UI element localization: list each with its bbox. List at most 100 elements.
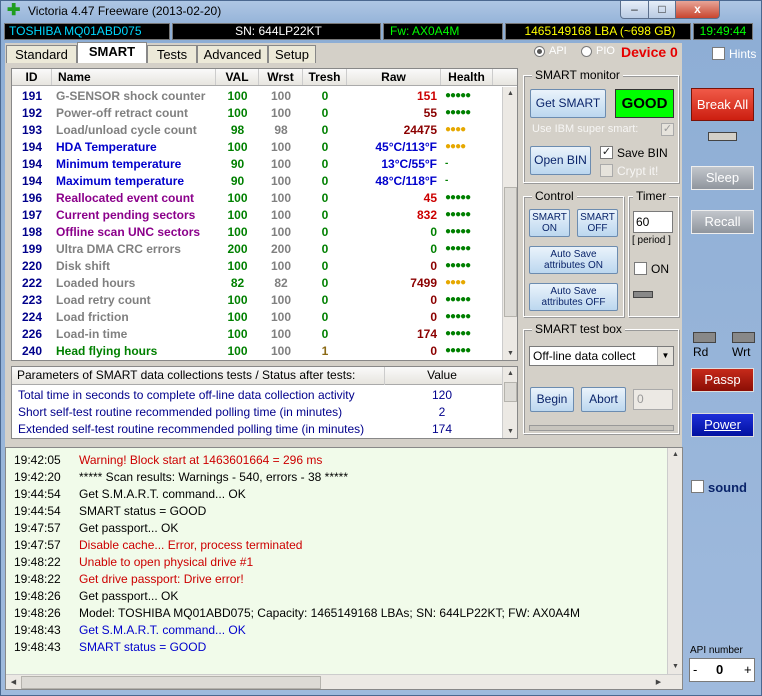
parameter-label: Extended self-test routine recommended p… xyxy=(18,422,365,436)
crypt-checkbox[interactable] xyxy=(600,164,613,177)
col-wrst[interactable]: Wrst xyxy=(259,69,303,85)
scroll-right-icon[interactable]: ▶ xyxy=(651,676,666,689)
maximize-button[interactable]: □ xyxy=(648,1,676,19)
parameter-row[interactable]: Extended self-test routine recommended p… xyxy=(18,421,498,438)
parameter-row[interactable]: Total time in seconds to complete off-li… xyxy=(18,387,498,404)
test-type-select[interactable]: Off-line data collect ▼ xyxy=(529,346,674,366)
api-number-plus-button[interactable]: + xyxy=(744,662,752,677)
parameters-header-label: Parameters of SMART data collections tes… xyxy=(17,368,356,382)
log-hscrollbar[interactable]: ◀ ▶ xyxy=(6,674,682,689)
col-id[interactable]: ID xyxy=(12,69,52,85)
timer-on-label: ON xyxy=(651,262,669,276)
cell-id: 220 xyxy=(21,259,43,273)
cell-wrst: 100 xyxy=(270,225,292,239)
tab-smart[interactable]: SMART xyxy=(77,42,147,63)
api-number-label: API number xyxy=(690,645,743,656)
tab-tests[interactable]: Tests xyxy=(147,45,197,63)
test-progress-input[interactable]: 0 xyxy=(633,389,673,410)
log-vscrollbar[interactable]: ▲ ▼ xyxy=(667,448,682,674)
smart-test-box-label: SMART test box xyxy=(532,322,625,336)
parameters-scrollbar[interactable]: ▲ ▼ xyxy=(502,367,517,438)
table-row[interactable]: 198 Offline scan UNC sectors 100 100 0 0 ●●●●● xyxy=(12,224,502,241)
ibm-super-smart-checkbox[interactable]: ✓ xyxy=(661,123,674,136)
close-button[interactable]: x xyxy=(675,1,720,19)
cell-wrst: 100 xyxy=(270,208,292,222)
cell-raw: 0 xyxy=(430,242,437,256)
timer-on-checkbox[interactable] xyxy=(634,262,647,275)
scroll-thumb[interactable] xyxy=(504,382,517,402)
open-bin-button[interactable]: Open BIN xyxy=(530,146,591,175)
sleep-button[interactable]: Sleep xyxy=(691,166,754,190)
col-name[interactable]: Name xyxy=(52,69,216,85)
scroll-up-icon[interactable]: ▲ xyxy=(503,87,517,101)
log-time: 19:48:22 xyxy=(14,555,61,569)
tab-standard[interactable]: Standard xyxy=(6,45,77,63)
table-row[interactable]: 194 Minimum temperature 90 100 0 13°C/55°F - xyxy=(12,156,502,173)
cell-tresh: 0 xyxy=(321,293,329,307)
scroll-up-icon[interactable]: ▲ xyxy=(503,367,517,381)
break-all-button[interactable]: Break All xyxy=(691,88,754,121)
tab-setup[interactable]: Setup xyxy=(268,45,316,63)
abort-button[interactable]: Abort xyxy=(581,387,626,412)
scroll-down-icon[interactable]: ▼ xyxy=(668,660,682,674)
cell-id: 240 xyxy=(21,344,43,358)
cell-raw: 0 xyxy=(430,344,437,358)
table-row[interactable]: 220 Disk shift 100 100 0 0 ●●●●● xyxy=(12,258,502,275)
scroll-left-icon[interactable]: ◀ xyxy=(6,676,21,689)
smart-off-button[interactable]: SMART OFF xyxy=(577,209,618,237)
col-health[interactable]: Health xyxy=(441,69,493,85)
table-row[interactable]: 194 HDA Temperature 100 100 0 45°C/113°F ●●●● xyxy=(12,139,502,156)
sound-checkbox[interactable] xyxy=(691,480,704,493)
table-row[interactable]: 192 Power-off retract count 100 100 0 55 ●●●●● xyxy=(12,105,502,122)
col-val[interactable]: VAL xyxy=(216,69,259,85)
smart-table-scrollbar[interactable]: ▲ ▼ xyxy=(502,87,517,360)
get-smart-button[interactable]: Get SMART xyxy=(530,89,606,118)
table-row[interactable]: 196 Reallocated event count 100 100 0 45 ●●●●● xyxy=(12,190,502,207)
timer-period-input[interactable]: 60 xyxy=(633,211,673,233)
cell-health: ●●●● xyxy=(445,277,466,288)
api-number-minus-button[interactable]: - xyxy=(693,662,697,677)
api-number-spinner[interactable]: - 0 + xyxy=(689,658,755,682)
autosave-off-button[interactable]: Auto Save attributes OFF xyxy=(529,283,618,311)
table-row[interactable]: 194 Maximum temperature 90 100 0 48°C/118°F - xyxy=(12,173,502,190)
scroll-down-icon[interactable]: ▼ xyxy=(503,347,517,360)
table-row[interactable]: 240 Head flying hours 100 100 1 0 ●●●●● xyxy=(12,343,502,360)
parameter-row[interactable]: Short self-test routine recommended poll… xyxy=(18,404,498,421)
cell-val: 200 xyxy=(227,242,248,256)
table-row[interactable]: 197 Current pending sectors 100 100 0 832 ●●●●… xyxy=(12,207,502,224)
col-raw[interactable]: Raw xyxy=(347,69,441,85)
table-row[interactable]: 193 Load/unload cycle count 98 98 0 24475 ●●●● xyxy=(12,122,502,139)
scroll-thumb[interactable] xyxy=(504,187,517,317)
passp-button[interactable]: Passp xyxy=(691,368,754,392)
autosave-on-button[interactable]: Auto Save attributes ON xyxy=(529,246,618,274)
begin-button[interactable]: Begin xyxy=(530,387,574,412)
api-radio[interactable] xyxy=(534,46,545,57)
cell-tresh: 0 xyxy=(321,174,329,188)
tab-advanced[interactable]: Advanced xyxy=(197,45,268,63)
autosave-off-line2: attributes OFF xyxy=(541,297,606,308)
power-button[interactable]: Power xyxy=(691,413,754,437)
smart-on-button[interactable]: SMART ON xyxy=(529,209,570,237)
minimize-button[interactable]: – xyxy=(620,1,649,19)
table-row[interactable]: 222 Loaded hours 82 82 0 7499 ●●●● xyxy=(12,275,502,292)
ibm-super-smart-label: Use IBM super smart: xyxy=(532,123,639,135)
cell-tresh: 0 xyxy=(321,157,329,171)
smart-table-header: ID Name VAL Wrst Tresh Raw Health xyxy=(12,69,517,86)
hints-checkbox[interactable] xyxy=(712,47,725,60)
table-row[interactable]: 191 G-SENSOR shock counter 100 100 0 151 ●●●●● xyxy=(12,88,502,105)
table-row[interactable]: 226 Load-in time 100 100 0 174 ●●●●● xyxy=(12,326,502,343)
table-row[interactable]: 199 Ultra DMA CRC errors 200 200 0 0 ●●●●● xyxy=(12,241,502,258)
table-row[interactable]: 224 Load friction 100 100 0 0 ●●●●● xyxy=(12,309,502,326)
col-tresh[interactable]: Tresh xyxy=(303,69,347,85)
cell-health: ●●●●● xyxy=(445,226,471,237)
cell-name: Reallocated event count xyxy=(56,191,195,205)
scroll-down-icon[interactable]: ▼ xyxy=(503,425,517,438)
scroll-up-icon[interactable]: ▲ xyxy=(668,448,682,462)
chevron-down-icon[interactable]: ▼ xyxy=(657,347,673,365)
pio-radio[interactable] xyxy=(581,46,592,57)
save-bin-checkbox[interactable]: ✓ xyxy=(600,146,613,159)
recall-button[interactable]: Recall xyxy=(691,210,754,234)
cell-name: Load/unload cycle count xyxy=(56,123,197,137)
table-row[interactable]: 223 Load retry count 100 100 0 0 ●●●●● xyxy=(12,292,502,309)
scroll-thumb[interactable] xyxy=(21,676,321,689)
